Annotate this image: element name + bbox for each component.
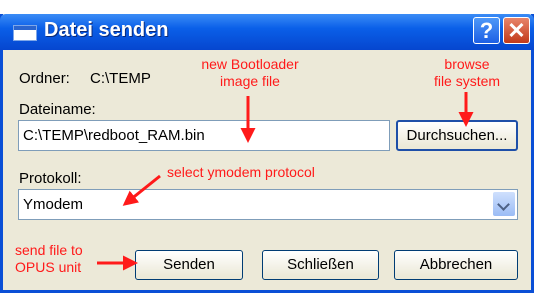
protocol-arrow xyxy=(122,174,161,206)
annotation-arrows xyxy=(97,92,474,271)
